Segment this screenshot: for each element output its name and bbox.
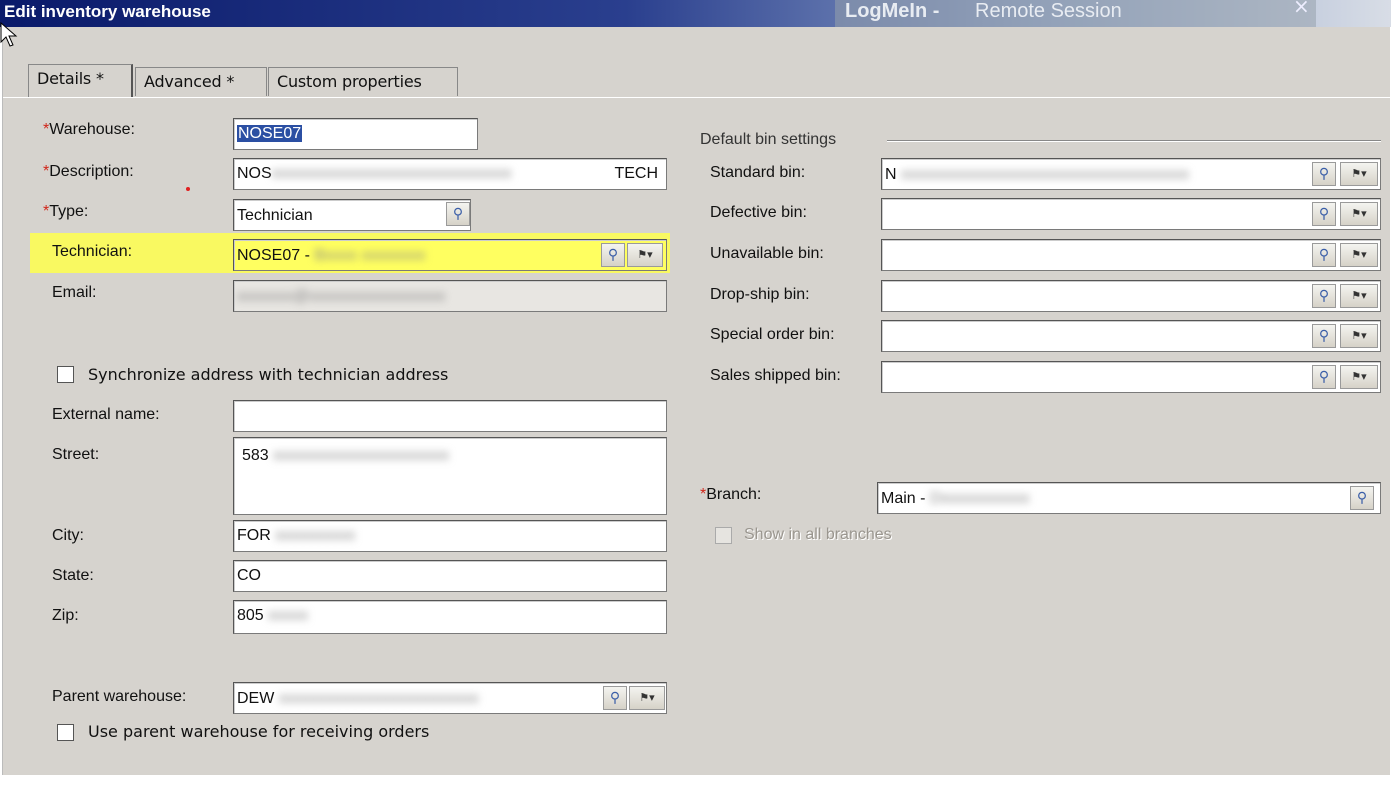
- type-label: *Type:: [43, 203, 89, 220]
- bin-label: Drop-ship bin:: [710, 286, 810, 303]
- bin-label: Special order bin:: [710, 326, 835, 343]
- bin-input[interactable]: N xxxxxxxxxxxxxxxxxxxxxxxxxxxxxxxxxxxx: [881, 158, 1381, 190]
- street-textarea[interactable]: 583 xxxxxxxxxxxxxxxxxxxxxx: [233, 437, 667, 515]
- bin-input[interactable]: [881, 280, 1381, 312]
- description-label: *Description:: [43, 163, 134, 180]
- bin-dropdown-icon[interactable]: ⚑▾: [1340, 324, 1378, 348]
- logmein-brand: LogMeIn -: [845, 0, 940, 22]
- bin-label: Standard bin:: [710, 164, 806, 181]
- parent-warehouse-label: Parent warehouse:: [52, 688, 187, 705]
- show-all-branches-label: Show in all branches: [744, 526, 892, 543]
- bin-input[interactable]: [881, 320, 1381, 352]
- city-label: City:: [52, 527, 84, 544]
- branch-lookup-search-icon[interactable]: ⚲: [1350, 486, 1374, 510]
- bin-lookup-search-icon[interactable]: ⚲: [1312, 284, 1336, 308]
- zip-input[interactable]: 805 xxxxx: [233, 600, 667, 634]
- warehouse-label: *Warehouse:: [43, 121, 135, 138]
- parent-dropdown-icon[interactable]: ⚑▾: [629, 686, 665, 710]
- bin-dropdown-icon[interactable]: ⚑▾: [1340, 365, 1378, 389]
- sync-address-label: Synchronize address with technician addr…: [88, 365, 449, 384]
- close-icon[interactable]: ×: [1293, 0, 1310, 18]
- technician-label: Technician:: [52, 243, 133, 260]
- use-parent-checkbox[interactable]: [57, 724, 74, 741]
- parent-lookup-search-icon[interactable]: ⚲: [603, 686, 627, 710]
- technician-dropdown-icon[interactable]: ⚑▾: [627, 243, 663, 267]
- bin-dropdown-icon[interactable]: ⚑▾: [1340, 284, 1378, 308]
- warehouse-input[interactable]: NOSE07: [233, 118, 478, 150]
- show-all-branches-checkbox: [715, 527, 732, 544]
- state-input[interactable]: CO: [233, 560, 667, 592]
- group-divider: [887, 140, 1381, 142]
- external-name-label: External name:: [52, 406, 160, 423]
- state-label: State:: [52, 567, 94, 584]
- zip-label: Zip:: [52, 607, 79, 624]
- external-name-input[interactable]: [233, 400, 667, 432]
- bin-lookup-search-icon[interactable]: ⚲: [1312, 365, 1336, 389]
- email-label: Email:: [52, 284, 97, 301]
- bin-input[interactable]: [881, 361, 1381, 393]
- bin-input[interactable]: [881, 198, 1381, 230]
- bin-lookup-search-icon[interactable]: ⚲: [1312, 162, 1336, 186]
- tab-divider: [3, 97, 1390, 98]
- bin-dropdown-icon[interactable]: ⚑▾: [1340, 202, 1378, 226]
- mouse-cursor-icon: [0, 22, 18, 47]
- bin-label: Sales shipped bin:: [710, 367, 841, 384]
- bin-lookup-search-icon[interactable]: ⚲: [1312, 202, 1336, 226]
- tab-custom-properties[interactable]: Custom properties: [268, 67, 458, 96]
- bin-settings-group-title: Default bin settings: [700, 131, 837, 148]
- logmein-subtitle: Remote Session: [975, 0, 1122, 22]
- sync-address-checkbox[interactable]: [57, 366, 74, 383]
- type-lookup-search-icon[interactable]: ⚲: [446, 202, 470, 226]
- bin-input[interactable]: [881, 239, 1381, 271]
- tab-details[interactable]: Details *: [28, 64, 133, 98]
- bin-label: Defective bin:: [710, 204, 807, 221]
- branch-label: *Branch:: [700, 486, 762, 503]
- use-parent-label: Use parent warehouse for receiving order…: [88, 722, 430, 741]
- email-input: xxxxxxx@xxxxxxxxxxxxxxxxx: [233, 280, 667, 312]
- street-label: Street:: [52, 446, 100, 463]
- tab-advanced[interactable]: Advanced *: [135, 67, 267, 96]
- window-title: Edit inventory warehouse: [4, 2, 211, 21]
- bin-dropdown-icon[interactable]: ⚑▾: [1340, 162, 1378, 186]
- type-input[interactable]: Technician: [233, 199, 471, 231]
- bin-lookup-search-icon[interactable]: ⚲: [1312, 243, 1336, 267]
- bin-label: Unavailable bin:: [710, 245, 824, 262]
- parent-warehouse-input[interactable]: DEW xxxxxxxxxxxxxxxxxxxxxxxxx: [233, 682, 667, 714]
- city-input[interactable]: FOR xxxxxxxxxx: [233, 520, 667, 552]
- branch-input[interactable]: Main - Dxxxxxxxxxxx: [877, 482, 1381, 514]
- bin-dropdown-icon[interactable]: ⚑▾: [1340, 243, 1378, 267]
- technician-lookup-search-icon[interactable]: ⚲: [601, 243, 625, 267]
- bin-lookup-search-icon[interactable]: ⚲: [1312, 324, 1336, 348]
- description-input[interactable]: NOSxxxxxxxxxxxxxxxxxxxxxxxxxxxxxx TECH: [233, 158, 667, 190]
- annotation-dot: [186, 187, 190, 191]
